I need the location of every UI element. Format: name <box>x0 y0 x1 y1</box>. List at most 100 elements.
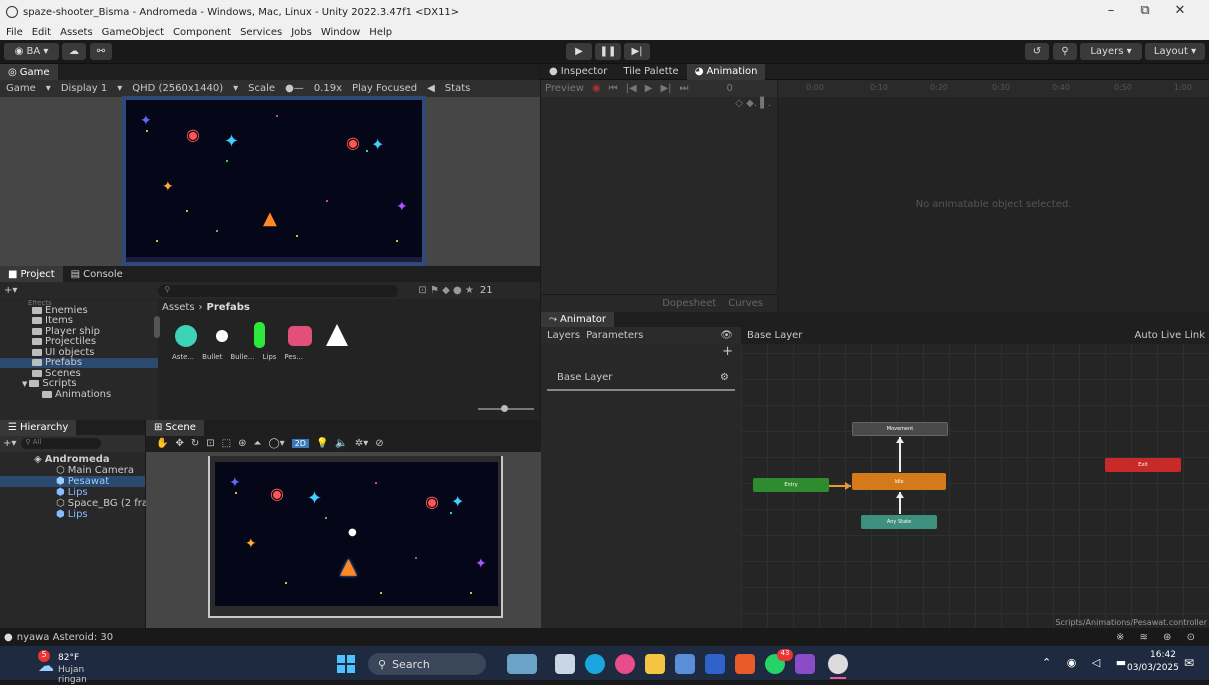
draw-mode-dropdown[interactable]: ◯▾ <box>268 438 284 449</box>
folder-item[interactable]: Scenes <box>0 368 158 379</box>
pause-button[interactable]: ❚❚ <box>595 43 621 60</box>
dopesheet-tab[interactable]: Dopesheet <box>662 298 716 309</box>
state-movement[interactable]: Movement <box>852 422 948 436</box>
tab-scene[interactable]: ⊞ Scene <box>146 419 204 436</box>
menu-services[interactable]: Services <box>240 27 282 38</box>
timeline-ruler[interactable]: 0:00 0:10 0:20 0:30 0:40 0:50 1:00 <box>778 80 1209 97</box>
menu-help[interactable]: Help <box>369 27 392 38</box>
edge-icon[interactable] <box>585 654 605 674</box>
stats-button[interactable]: Stats <box>445 83 471 94</box>
hierarchy-item-selected[interactable]: ⬢ Pesawat <box>0 476 145 487</box>
scale-tool-icon[interactable]: ⊡ <box>206 438 214 449</box>
tab-project[interactable]: ■ Project <box>0 266 63 282</box>
widgets-icon[interactable] <box>507 654 537 674</box>
preview-toggle[interactable]: Preview <box>545 83 584 94</box>
tab-hierarchy[interactable]: ☰ Hierarchy <box>0 419 77 436</box>
state-idle[interactable]: Idle <box>852 473 946 490</box>
hierarchy-search-input[interactable]: ⚲ All <box>21 438 102 449</box>
folder-item[interactable]: Animations <box>0 389 158 400</box>
app-icon[interactable] <box>795 654 815 674</box>
filter-icons[interactable]: ⊡ ⚑ ◆ ● ★ <box>418 285 473 296</box>
vscode-icon[interactable] <box>705 654 725 674</box>
bullet-prefab-thumb[interactable] <box>216 330 228 342</box>
asset-label[interactable]: Lips <box>262 353 276 361</box>
transform-tool-icon[interactable]: ⊛ <box>238 438 246 449</box>
tab-animation[interactable]: ◕ Animation <box>686 63 766 80</box>
account-button[interactable]: ◉ BA ▾ <box>4 43 59 60</box>
app-icon[interactable] <box>735 654 755 674</box>
scene-root[interactable]: ◈ Andromeda <box>0 454 145 465</box>
base-layer-item[interactable]: Base Layer ⚙ <box>547 365 735 391</box>
status-icons[interactable]: ※ ≋ ⊛ ⊙ <box>1116 632 1201 643</box>
tray-icons[interactable]: ⌃ ◉ ◁ ▬ <box>1042 656 1132 669</box>
play-button[interactable]: ▶ <box>566 43 592 60</box>
search-button[interactable]: ⚲ <box>1053 43 1077 60</box>
hand-tool-icon[interactable]: ✋ <box>156 438 168 449</box>
state-entry[interactable]: Entry <box>753 478 829 492</box>
asset-label[interactable]: Pes... <box>284 353 303 361</box>
clock-date[interactable]: 03/03/2025 <box>1127 663 1179 673</box>
hierarchy-create-button[interactable]: +▾ <box>3 438 16 449</box>
slider-handle[interactable] <box>501 405 508 412</box>
asset-label[interactable]: Bullet <box>202 353 222 361</box>
breadcrumb-root[interactable]: Assets <box>162 302 195 313</box>
move-tool-icon[interactable]: ✥ <box>175 438 183 449</box>
menu-gameobject[interactable]: GameObject <box>102 27 164 38</box>
menu-edit[interactable]: Edit <box>32 27 51 38</box>
gear-icon[interactable]: ⚙ <box>720 372 729 383</box>
folder-item[interactable]: Projectiles <box>0 336 158 347</box>
task-view-icon[interactable] <box>555 654 575 674</box>
first-frame-button[interactable]: ⏮ <box>609 83 618 94</box>
status-message[interactable]: nyawa Asteroid: 30 <box>17 632 113 643</box>
display-dropdown[interactable]: Display 1 <box>61 83 107 94</box>
taskbar-search-input[interactable]: ⚲ Search <box>368 653 486 675</box>
menu-window[interactable]: Window <box>321 27 360 38</box>
pesawat-prefab-thumb[interactable] <box>326 324 348 346</box>
asteroid-prefab-thumb[interactable] <box>175 325 197 347</box>
minimize-button[interactable]: – <box>1096 3 1126 18</box>
curves-tab[interactable]: Curves <box>728 298 763 309</box>
lighting-icon[interactable]: 💡 <box>316 438 328 449</box>
rect-tool-icon[interactable]: ⬚ <box>222 438 231 449</box>
folder-item-selected[interactable]: Prefabs <box>0 357 158 368</box>
create-button[interactable]: +▾ <box>4 285 17 296</box>
menu-file[interactable]: File <box>6 27 23 38</box>
folder-item[interactable]: Player ship <box>0 326 158 337</box>
effects-icon[interactable]: ✲▾ <box>355 438 368 449</box>
layers-dropdown[interactable]: Layers ▾ <box>1080 43 1142 60</box>
notification-icon[interactable]: ✉ <box>1184 656 1194 670</box>
hidden-objects-icon[interactable]: ⊘ <box>375 438 383 449</box>
windows-start-icon[interactable] <box>337 655 355 673</box>
step-button[interactable]: ▶| <box>624 43 650 60</box>
play-focused-dropdown[interactable]: Play Focused <box>352 83 417 94</box>
menu-jobs[interactable]: Jobs <box>291 27 312 38</box>
cloud-button[interactable]: ☁ <box>62 43 86 60</box>
state-exit[interactable]: Exit <box>1105 458 1181 472</box>
folder-item[interactable]: Items <box>0 315 158 326</box>
next-frame-button[interactable]: ▶| <box>660 83 671 94</box>
record-button[interactable]: ◉ <box>592 83 601 94</box>
scene-view[interactable]: ✦ ✦ ✦ ✦ ✦ ◉ ◉ ● ▲ <box>208 456 503 618</box>
custom-tool-icon[interactable]: ⏶ <box>253 438 261 449</box>
asset-label[interactable]: Aste... <box>172 353 194 361</box>
frame-field[interactable]: 0 <box>727 83 733 94</box>
hierarchy-item[interactable]: ⬢ Lips <box>0 509 145 520</box>
play-anim-button[interactable]: ▶ <box>645 83 653 94</box>
maximize-button[interactable]: ⧉ <box>1130 3 1160 18</box>
store-icon[interactable] <box>675 654 695 674</box>
folder-item[interactable]: Enemies <box>0 305 158 316</box>
tab-animator[interactable]: ⤳ Animator <box>541 311 614 328</box>
animator-graph[interactable]: Base Layer Auto Live Link Movement Idle … <box>741 327 1209 628</box>
bullet-prefab-thumb-2[interactable] <box>254 322 265 348</box>
hierarchy-item[interactable]: ⬡ Space_BG (2 fra <box>0 498 148 509</box>
eye-icon[interactable]: 👁 <box>720 330 733 341</box>
prev-frame-button[interactable]: |◀ <box>626 83 637 94</box>
folder-item[interactable]: UI objects <box>0 347 158 358</box>
hierarchy-item[interactable]: ⬢ Lips <box>0 487 145 498</box>
menu-component[interactable]: Component <box>173 27 231 38</box>
scale-slider[interactable]: ●— <box>285 83 304 94</box>
folder-item[interactable]: ▼ Scripts <box>0 378 158 389</box>
collab-button[interactable]: ⚯ <box>90 43 112 60</box>
audio-icon[interactable]: 🔈 <box>335 438 347 449</box>
keyframe-tools[interactable]: ◇ ◆. ▌. <box>735 98 771 109</box>
